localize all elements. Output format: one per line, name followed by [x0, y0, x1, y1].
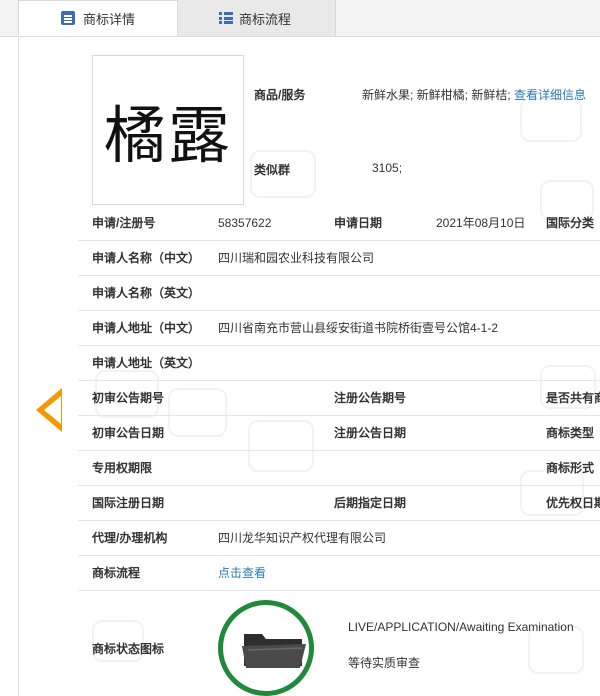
app-date-label: 申请日期 — [334, 216, 383, 230]
intl-reg-date-label: 国际注册日期 — [92, 496, 165, 510]
reg-pub-date-label: 注册公告日期 — [334, 426, 407, 440]
intl-class-label: 国际分类 — [546, 216, 595, 230]
view-details-link[interactable]: 查看详细信息 — [514, 88, 586, 102]
applicant-cn-value: 四川瑞和园农业科技有限公司 — [218, 251, 375, 265]
table-row: 初审公告日期 注册公告日期 商标类型 — [78, 416, 600, 451]
status-icon-label: 商标状态图标 — [92, 642, 165, 656]
watermark-tile — [520, 98, 582, 142]
table-row: 国际注册日期 后期指定日期 优先权日期 — [78, 486, 600, 521]
reg-no-label: 申请/注册号 — [92, 216, 156, 230]
folder-icon — [242, 634, 306, 668]
reg-pub-no-label: 注册公告期号 — [334, 391, 407, 405]
agent-value: 四川龙华知识产权代理有限公司 — [218, 531, 387, 545]
table-row: 申请/注册号 58357622 申请日期 2021年08月10日 国际分类 — [78, 206, 600, 241]
tab-label: 商标流程 — [239, 11, 292, 27]
similar-group-label: 类似群 — [254, 163, 291, 177]
app-date-value: 2021年08月10日 — [436, 216, 526, 230]
table-row: 申请人名称（英文） — [78, 276, 600, 311]
goods-services-text: 新鲜水果; 新鲜柑橘; 新鲜桔; — [362, 88, 511, 102]
later-designation-label: 后期指定日期 — [334, 496, 407, 510]
priority-date-label: 优先权日期 — [546, 496, 600, 510]
tab-label: 商标详情 — [83, 11, 136, 27]
applicant-cn-label: 申请人名称（中文） — [92, 251, 201, 265]
status-english: LIVE/APPLICATION/Awaiting Examination — [348, 620, 574, 634]
status-section: 商标状态图标 LIVE/APPLICATION/Awaiting Examina… — [78, 596, 600, 696]
address-en-label: 申请人地址（英文） — [92, 356, 201, 370]
agent-label: 代理/办理机构 — [92, 531, 168, 545]
trademark-image: 橘露 — [92, 55, 244, 205]
list-icon — [219, 12, 233, 24]
goods-services-value: 新鲜水果; 新鲜柑橘; 新鲜桔; 查看详细信息 — [362, 86, 586, 103]
address-cn-label: 申请人地址（中文） — [92, 321, 201, 335]
table-row: 代理/办理机构 四川龙华知识产权代理有限公司 — [78, 521, 600, 556]
address-cn-value: 四川省南充市营山县绥安街道书院桥街壹号公馆4-1-2 — [218, 321, 499, 335]
exclusive-term-label: 专用权期限 — [92, 461, 153, 475]
previous-arrow-icon[interactable] — [36, 388, 62, 432]
table-row: 专用权期限 商标形式 — [78, 451, 600, 486]
applicant-en-label: 申请人名称（英文） — [92, 286, 201, 300]
tab-trademark-detail[interactable]: 商标详情 — [18, 0, 178, 36]
prelim-pub-date-label: 初审公告日期 — [92, 426, 165, 440]
status-chinese: 等待实质审查 — [348, 656, 421, 670]
table-row: 初审公告期号 注册公告期号 是否共有商 — [78, 381, 600, 416]
reg-no-value: 58357622 — [218, 216, 272, 230]
document-list-icon — [61, 11, 75, 25]
tab-bar: 商标详情 商标流程 — [0, 0, 600, 37]
table-row: 商标流程 点击查看 — [78, 556, 600, 591]
table-row: 申请人名称（中文） 四川瑞和园农业科技有限公司 — [78, 241, 600, 276]
mark-form-label: 商标形式 — [546, 461, 595, 475]
view-process-link[interactable]: 点击查看 — [218, 556, 266, 590]
table-row: 申请人地址（中文） 四川省南充市营山县绥安街道书院桥街壹号公馆4-1-2 — [78, 311, 600, 346]
prelim-pub-no-label: 初审公告期号 — [92, 391, 165, 405]
table-row: 申请人地址（英文） — [78, 346, 600, 381]
trademark-detail-page: 商标详情 商标流程 橘露 商品/服务 新鲜水果; 新鲜柑橘; 新鲜桔; 查看详细… — [0, 0, 600, 696]
tab-trademark-process[interactable]: 商标流程 — [178, 0, 336, 36]
trademark-text: 橘露 — [103, 99, 232, 172]
goods-services-label: 商品/服务 — [254, 88, 306, 102]
shared-label: 是否共有商 — [546, 391, 600, 405]
mark-type-label: 商标类型 — [546, 426, 595, 440]
similar-group-value: 3105; — [372, 161, 403, 175]
content-frame-border — [18, 36, 19, 696]
process-label: 商标流程 — [92, 566, 141, 580]
